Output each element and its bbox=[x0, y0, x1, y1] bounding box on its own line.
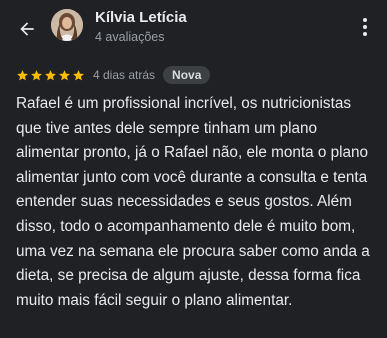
star-rating bbox=[16, 69, 85, 82]
new-badge: Nova bbox=[163, 66, 211, 84]
reviewer-review-count: 4 avaliações bbox=[95, 30, 165, 44]
review-text: Rafael é um profissional incrível, os nu… bbox=[16, 95, 370, 309]
star-icon bbox=[73, 69, 84, 80]
avatar[interactable] bbox=[51, 9, 83, 41]
reviewer-name[interactable]: Kílvia Letícia bbox=[95, 9, 187, 26]
star-icon bbox=[31, 69, 42, 80]
more-vert-icon-dot bbox=[363, 25, 367, 29]
more-options-button[interactable] bbox=[357, 14, 373, 40]
user-photo-icon bbox=[51, 9, 83, 41]
rating-row: 4 dias atrás Nova bbox=[16, 66, 211, 84]
star-icon bbox=[17, 69, 28, 80]
star-icon bbox=[45, 69, 56, 80]
review-time: 4 dias atrás bbox=[93, 68, 156, 82]
star-icon bbox=[59, 69, 70, 80]
back-button[interactable] bbox=[12, 14, 42, 44]
review-header: Kílvia Letícia 4 avaliações bbox=[0, 0, 387, 56]
arrow-left-icon bbox=[20, 22, 34, 36]
more-vert-icon bbox=[363, 18, 367, 22]
more-vert-icon-dot bbox=[363, 32, 367, 36]
